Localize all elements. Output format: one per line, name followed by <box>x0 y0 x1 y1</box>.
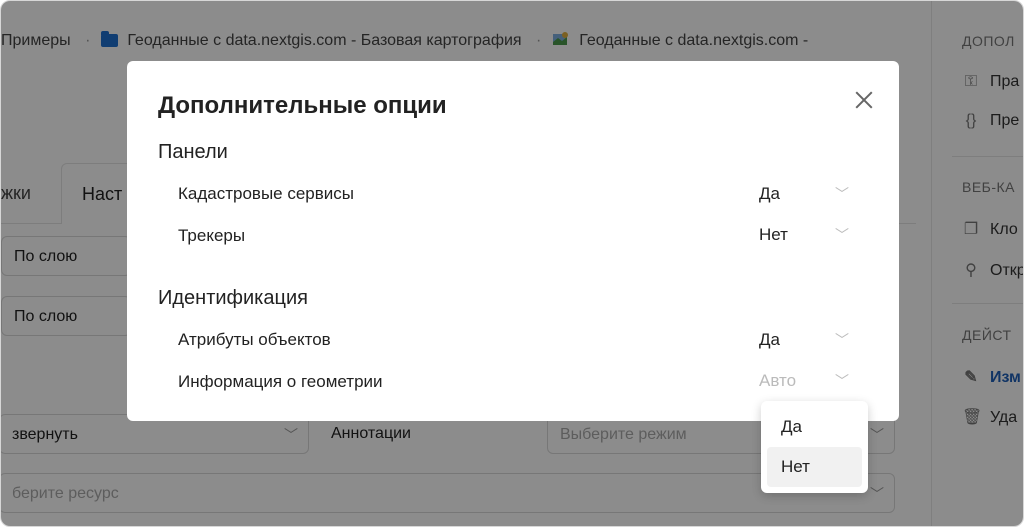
additional-options-modal: Дополнительные опции Панели Кадастровые … <box>127 61 899 421</box>
dropdown-option-yes[interactable]: Да <box>767 407 862 447</box>
modal-title: Дополнительные опции <box>158 92 447 119</box>
close-icon[interactable] <box>849 85 879 115</box>
chevron-down-icon: ﹀ <box>835 227 849 243</box>
option-label-geometry-info: Информация о геометрии <box>178 372 383 391</box>
option-label-attributes: Атрибуты объектов <box>178 330 331 349</box>
dropdown-option-no[interactable]: Нет <box>767 447 862 487</box>
select-value: Да <box>759 330 780 349</box>
app-window: Примеры · Геоданные с data.nextgis.com -… <box>0 0 1024 527</box>
cadastral-select[interactable]: Да ﹀ <box>759 180 859 208</box>
attributes-select[interactable]: Да ﹀ <box>759 326 859 354</box>
option-label-trackers: Трекеры <box>178 226 246 245</box>
section-identification: Идентификация <box>158 287 308 309</box>
select-value: Нет <box>759 225 788 244</box>
chevron-down-icon: ﹀ <box>835 373 849 389</box>
select-value: Да <box>759 184 780 203</box>
select-value: Авто <box>759 371 797 390</box>
trackers-select[interactable]: Нет ﹀ <box>759 221 859 249</box>
section-panels: Панели <box>158 141 228 163</box>
geometry-info-select[interactable]: Авто ﹀ <box>759 367 859 395</box>
geometry-info-dropdown: Да Нет <box>761 401 868 493</box>
chevron-down-icon: ﹀ <box>835 186 849 202</box>
chevron-down-icon: ﹀ <box>835 332 849 348</box>
option-label-cadastral: Кадастровые сервисы <box>178 184 355 203</box>
